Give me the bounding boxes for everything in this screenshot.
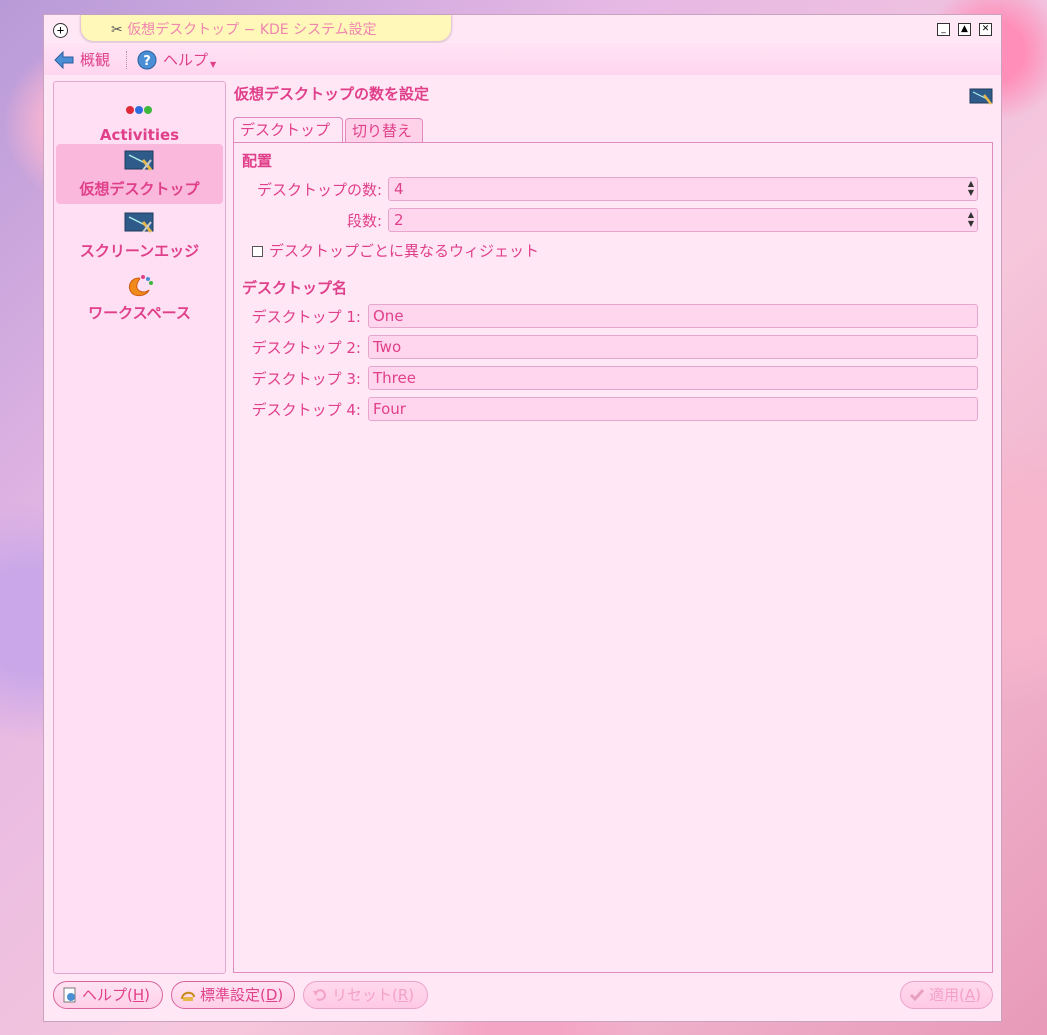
help-menu-button[interactable]: ? ヘルプ ▼ [137,49,216,70]
desktop-name-label: デスクトップ 2: [251,339,361,357]
desktop-count-spinbox[interactable]: 4 ▲ ▼ [388,177,978,201]
defaults-button[interactable]: 標準設定(D) [171,981,295,1009]
help-icon: ? [137,50,157,69]
names-section-heading: デスクトップ名 [242,279,348,297]
apply-button[interactable]: 適用(A) [900,981,993,1009]
help-menu-label: ヘルプ [163,51,209,69]
defaults-icon [181,991,195,1001]
rows-spinbox[interactable]: 2 ▲ ▼ [388,208,978,232]
title-tab[interactable]: ✂ 仮想デスクトップ − KDE システム設定 [80,15,452,42]
sidebar-item-label: Activities [99,126,180,144]
spin-arrows-icon[interactable]: ▲ ▼ [968,179,974,197]
window-menu-button[interactable]: + [53,23,68,38]
desktop-count-label: デスクトップの数: [256,181,382,199]
checkmark-icon [909,989,925,1002]
virtual-desktop-icon [124,150,154,171]
activities-icon [126,106,152,114]
back-arrow-icon [54,50,74,69]
sidebar-item-virtual-desktop[interactable]: 仮想デスクトップ [56,144,223,204]
window-title: ✂ 仮想デスクトップ − KDE システム設定 [111,22,377,38]
desktop-name-label: デスクトップ 4: [251,401,361,419]
maximize-button[interactable]: ▲ [958,23,971,36]
desktop-name-field[interactable]: One [368,304,978,328]
tab-desktop[interactable]: デスクトップ [233,117,343,143]
toolbar: 概観 ? ヘルプ ▼ [44,43,1001,75]
overview-label: 概観 [80,51,111,69]
help-button[interactable]: ヘルプ(H) [53,981,163,1009]
dropdown-arrow-icon: ▼ [210,60,217,69]
svg-text:?: ? [143,54,151,69]
desktop-count-value: 4 [394,180,404,198]
minimize-button[interactable]: _ [937,23,950,36]
desktop-name-label: デスクトップ 1: [251,308,361,326]
sidebar-item-workspace[interactable]: ワークスペース [56,268,223,328]
desktop-name-field[interactable]: Three [368,366,978,390]
screen-edge-icon [124,212,154,233]
help-doc-icon [63,987,76,1003]
tab-panel: 配置 デスクトップの数: 4 ▲ ▼ 段数: 2 ▲ ▼ デスクトップごとに異なるウ… [233,142,993,973]
desktop-name-label: デスクトップ 3: [251,370,361,388]
toolbar-separator [126,51,128,69]
tools-icon: ✂ [111,22,123,38]
close-button[interactable]: ✕ [979,23,992,36]
desktop-name-field[interactable]: Four [368,397,978,421]
per-desktop-widgets-checkbox[interactable] [252,246,263,257]
workspace-icon [128,275,153,297]
sidebar-item-activities[interactable]: Activities [56,92,223,152]
layout-section-heading: 配置 [242,152,273,170]
settings-window: + ✂ 仮想デスクトップ − KDE システム設定 _ ▲ ✕ 概観 ? ヘルプ… [43,14,1002,1022]
page-title: 仮想デスクトップの数を設定 [234,85,430,103]
sidebar-item-screen-edge[interactable]: スクリーンエッジ [56,206,223,266]
desktop-name-field[interactable]: Two [368,335,978,359]
tab-switching[interactable]: 切り替え [345,118,423,142]
sidebar-item-label: 仮想デスクトップ [79,180,200,198]
virtual-desktop-icon [969,88,993,105]
sidebar-item-label: スクリーンエッジ [79,242,200,260]
per-desktop-widgets-label[interactable]: デスクトップごとに異なるウィジェット [269,240,539,261]
reset-icon [313,989,327,1001]
sidebar: Activities 仮想デスクトップ スクリーンエッジ ワークスペース [53,81,226,974]
rows-value: 2 [394,211,404,229]
reset-button[interactable]: リセット(R) [303,981,428,1009]
spin-arrows-icon[interactable]: ▲ ▼ [968,210,974,228]
rows-label: 段数: [346,212,382,230]
sidebar-item-label: ワークスペース [88,304,191,322]
overview-button[interactable]: 概観 [54,49,110,70]
title-bar: + ✂ 仮想デスクトップ − KDE システム設定 _ ▲ ✕ [44,15,1001,43]
